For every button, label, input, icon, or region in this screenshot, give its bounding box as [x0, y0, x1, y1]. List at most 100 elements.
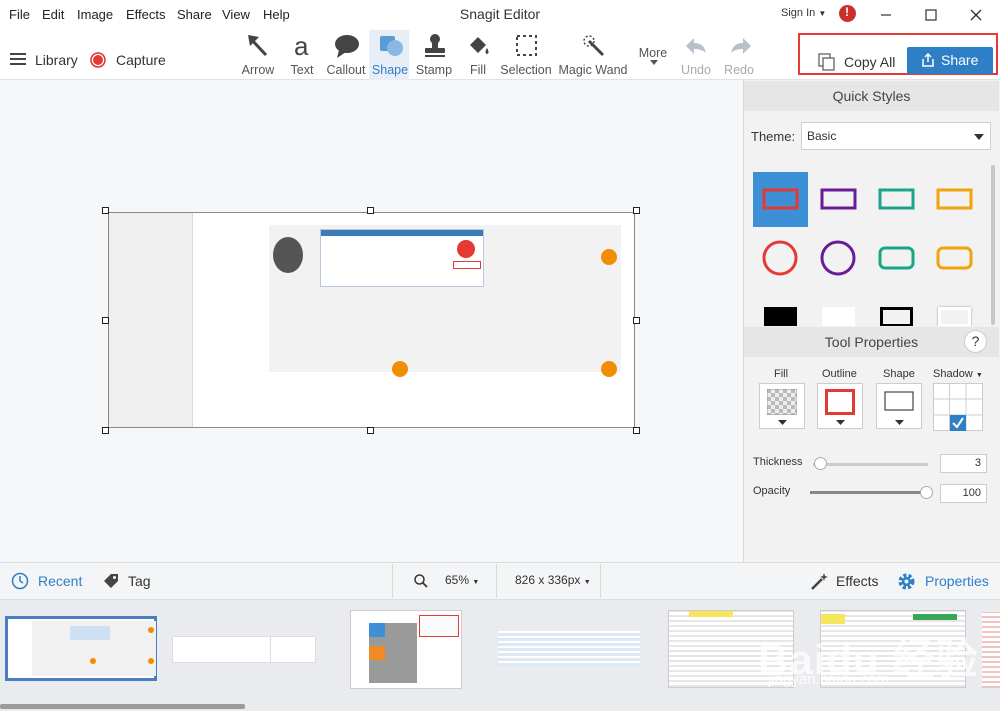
image-orange-badge-corner	[601, 361, 617, 377]
opacity-label: Opacity	[753, 485, 791, 497]
image-inner-window	[320, 229, 484, 287]
resize-handle[interactable]	[102, 317, 109, 324]
tool-selection[interactable]: Selection	[500, 30, 552, 80]
resize-handle[interactable]	[633, 427, 640, 434]
thumb-content	[32, 621, 156, 676]
notification-icon[interactable]	[839, 5, 856, 22]
thickness-label: Thickness	[753, 456, 803, 468]
style-swatch[interactable]	[822, 307, 855, 326]
tool-selection-label: Selection	[500, 63, 552, 77]
hamburger-icon	[10, 53, 26, 65]
tool-magic-wand-label: Magic Wand	[558, 63, 628, 77]
selection-icon	[516, 35, 537, 56]
zoom-dropdown[interactable]: 65% ▼	[445, 573, 479, 587]
help-button[interactable]: ?	[964, 330, 987, 353]
theme-value: Basic	[807, 129, 837, 143]
thumb-dot	[148, 658, 154, 664]
caret-down-icon: ▼	[818, 9, 827, 18]
thickness-slider-handle[interactable]	[814, 457, 827, 470]
style-swatch[interactable]	[869, 172, 924, 227]
shape-icon	[380, 36, 403, 56]
caret-down-icon: ▼	[583, 579, 591, 586]
tray-thumbnail[interactable]	[982, 612, 1000, 688]
dimensions-dropdown[interactable]: 826 x 336px ▼	[515, 573, 591, 587]
tool-properties-header: Tool Properties	[744, 327, 999, 357]
minimize-button[interactable]	[875, 4, 897, 26]
style-swatch[interactable]	[927, 231, 982, 286]
thumb-divider	[270, 637, 271, 662]
style-swatch[interactable]	[753, 231, 808, 286]
chevron-down-icon	[974, 134, 984, 140]
tray-thumbnail[interactable]	[498, 631, 640, 666]
outline-picker[interactable]	[817, 383, 863, 429]
tool-redo[interactable]: Redo	[716, 30, 762, 80]
thumb-chart-blue	[369, 623, 385, 637]
close-button[interactable]	[965, 4, 987, 26]
tray-thumbnail-selected[interactable]	[5, 616, 157, 681]
image-inner-capture-button	[457, 240, 475, 258]
fill-picker[interactable]	[759, 383, 805, 429]
zoom-value: 65%	[445, 573, 470, 587]
copy-all-button[interactable]: Copy All	[818, 52, 902, 74]
resize-handle[interactable]	[633, 207, 640, 214]
tray-thumbnail[interactable]	[350, 610, 462, 689]
watermark-url: jingyan.baidu.com	[768, 671, 889, 688]
shadow-grid[interactable]	[933, 383, 983, 431]
style-swatch[interactable]	[880, 307, 913, 326]
shadow-direction-icon	[933, 383, 983, 431]
shape-label: Shape	[883, 368, 915, 380]
shape-picker[interactable]	[876, 383, 922, 429]
opacity-slider-handle[interactable]	[920, 486, 933, 499]
text-icon: a	[294, 33, 309, 59]
quick-styles-scrollbar[interactable]	[991, 165, 995, 325]
sign-in-label: Sign In	[781, 7, 816, 19]
thumb-header-green	[913, 614, 957, 620]
resize-handle[interactable]	[367, 207, 374, 214]
transparent-fill-icon	[767, 389, 797, 415]
resize-handle[interactable]	[102, 427, 109, 434]
sign-in-dropdown[interactable]: Sign In ▼	[781, 7, 826, 19]
share-button[interactable]: Share	[907, 47, 993, 74]
resize-handle[interactable]	[633, 317, 640, 324]
captured-image[interactable]	[108, 212, 635, 428]
thickness-slider-track[interactable]	[813, 463, 928, 466]
style-swatch[interactable]	[869, 231, 924, 286]
image-magnifier-icon	[273, 237, 303, 273]
gear-icon	[898, 573, 915, 590]
outline-label: Outline	[822, 368, 857, 380]
tray-thumbnail[interactable]	[172, 636, 316, 663]
tag-icon	[104, 574, 118, 588]
image-inner-highlight	[453, 261, 481, 269]
style-swatch[interactable]	[753, 172, 808, 227]
redo-icon	[731, 38, 751, 54]
effects-label: Effects	[836, 573, 879, 589]
divider	[392, 564, 393, 598]
theme-label: Theme:	[751, 129, 796, 144]
tray-scrollbar[interactable]	[0, 704, 245, 709]
zoom-icon-button[interactable]	[414, 574, 428, 593]
magic-wand-icon	[583, 35, 605, 57]
resize-handle[interactable]	[367, 427, 374, 434]
style-swatch[interactable]	[764, 307, 797, 326]
image-orange-badge-right	[601, 249, 617, 265]
image-orange-badge-bottom	[392, 361, 408, 377]
svg-text:a: a	[294, 33, 309, 59]
image-inner-titlebar	[321, 230, 483, 236]
search-icon	[414, 574, 428, 588]
tool-magic-wand[interactable]: Magic Wand	[558, 30, 628, 80]
theme-select[interactable]: Basic	[801, 122, 991, 150]
opacity-slider-track[interactable]	[810, 491, 928, 494]
caret-down-icon: ▼	[975, 372, 983, 379]
properties-label: Properties	[925, 573, 989, 589]
maximize-button[interactable]	[920, 4, 942, 26]
style-swatch[interactable]	[811, 172, 866, 227]
style-swatch[interactable]	[927, 172, 982, 227]
resize-handle[interactable]	[102, 207, 109, 214]
capture-label: Capture	[116, 52, 166, 68]
thumb-dot	[148, 627, 154, 633]
opacity-input[interactable]: 100	[940, 484, 987, 503]
thickness-input[interactable]: 3	[940, 454, 987, 473]
shadow-dropdown[interactable]: Shadow ▼	[933, 368, 983, 380]
style-swatch[interactable]	[938, 307, 971, 326]
style-swatch[interactable]	[811, 231, 866, 286]
